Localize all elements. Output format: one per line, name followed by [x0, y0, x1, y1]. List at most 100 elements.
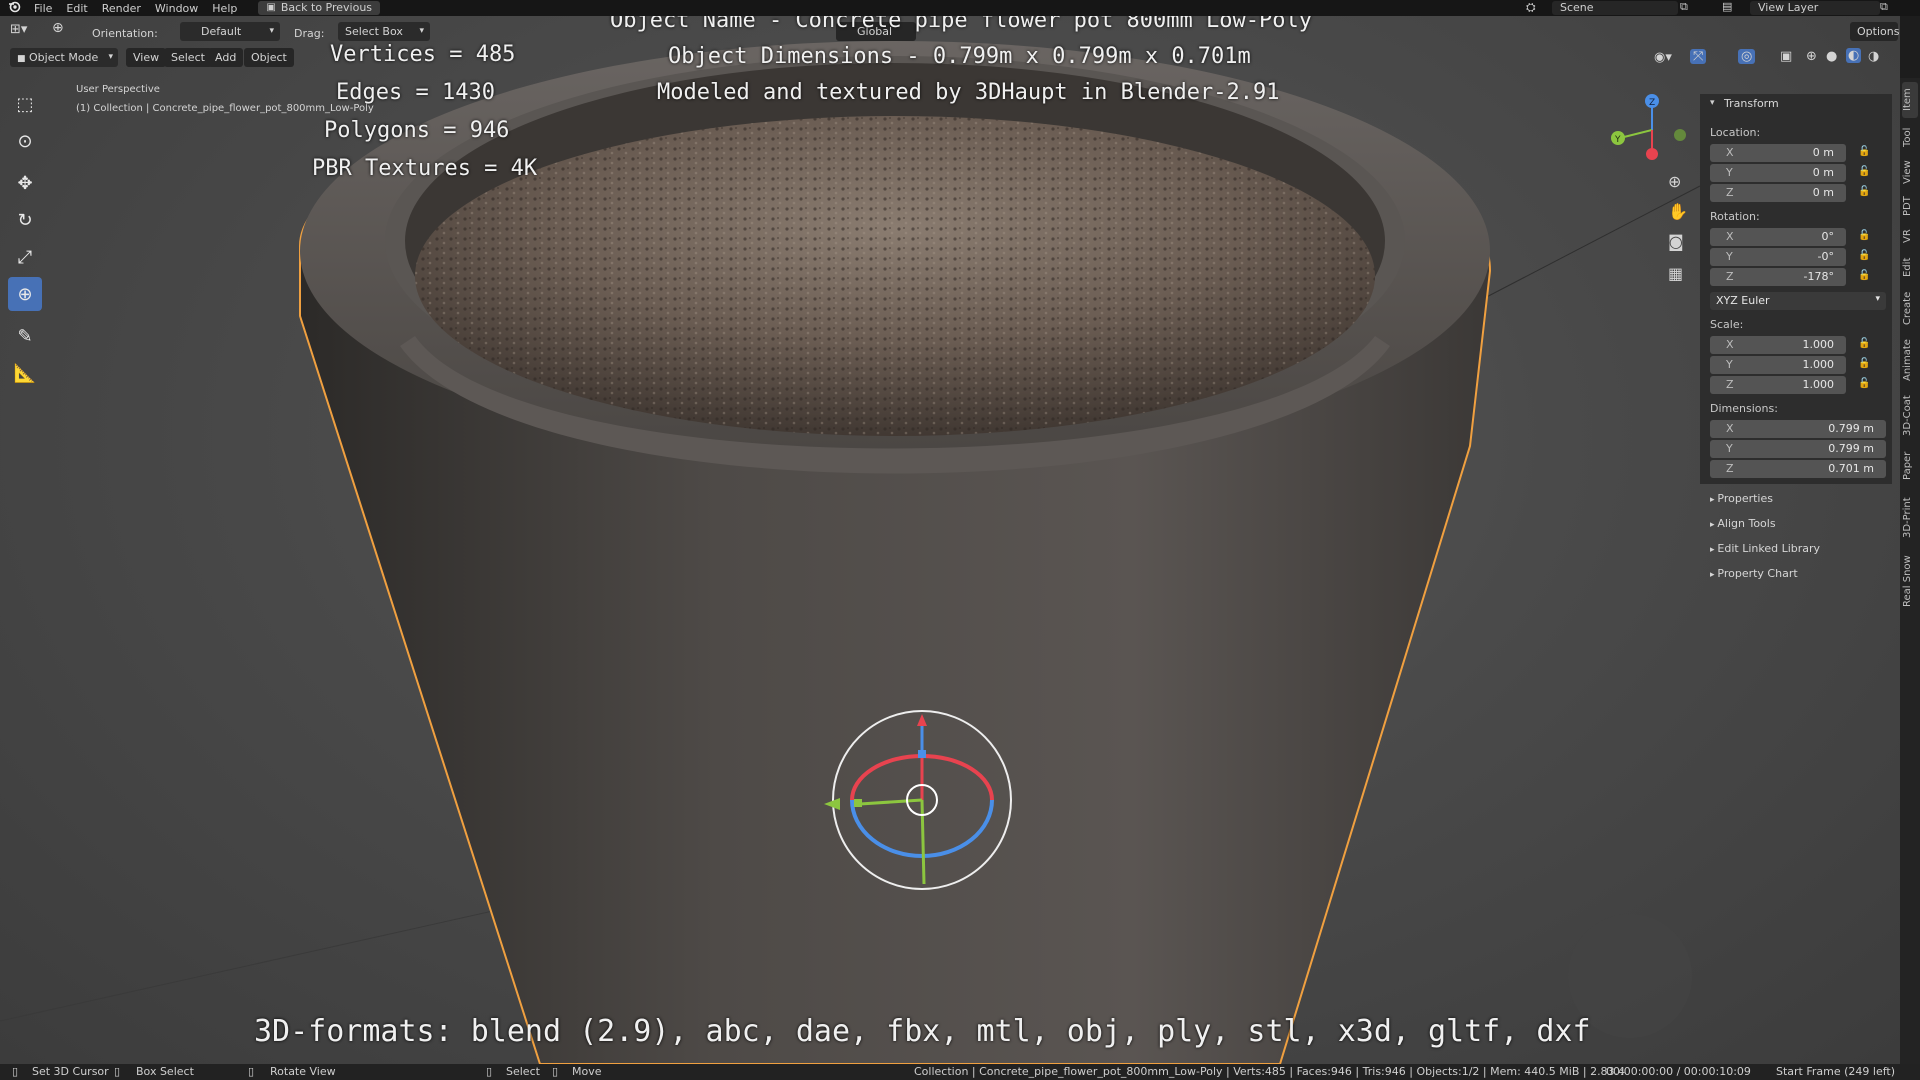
- rotation-y-field[interactable]: Y -0°: [1710, 248, 1846, 266]
- menu-file[interactable]: File: [27, 2, 59, 15]
- location-z-value: 0 m: [1812, 186, 1834, 199]
- tab-create[interactable]: Create: [1902, 286, 1918, 330]
- align-tools-section-label: Align Tools: [1717, 517, 1776, 530]
- back-to-previous-button[interactable]: ▣ Back to Previous: [258, 1, 381, 15]
- scale-y-field[interactable]: Y 1.000: [1710, 356, 1846, 374]
- lock-icon[interactable]: 🔓: [1858, 186, 1870, 198]
- location-z-field[interactable]: Z 0 m: [1710, 184, 1846, 202]
- options-dropdown[interactable]: Options: [1850, 22, 1900, 41]
- object-name-overlay: Object Name - Concrete pipe flower pot 8…: [610, 16, 1312, 33]
- options-label: Options: [1857, 25, 1900, 38]
- dimensions-x-axis: X: [1726, 422, 1734, 435]
- tab-vr[interactable]: VR: [1902, 224, 1918, 248]
- mouse-left-icon: ▯: [486, 1065, 493, 1078]
- location-y-field[interactable]: Y 0 m: [1710, 164, 1846, 182]
- rendered-shading-icon[interactable]: ◑: [1868, 49, 1879, 64]
- overlay-toggle-icon[interactable]: ◎: [1738, 49, 1756, 64]
- transform-tool-icon[interactable]: ⊕: [52, 20, 64, 36]
- scene-selector[interactable]: Scene: [1552, 1, 1678, 15]
- copy-view-layer-icon[interactable]: ⧉: [1880, 0, 1888, 14]
- menu-help[interactable]: Help: [205, 2, 244, 15]
- cursor-tool-icon[interactable]: ⊙: [8, 124, 42, 158]
- editor-type-icon[interactable]: ⊞▾: [10, 22, 27, 37]
- property-chart-section[interactable]: ▸ Property Chart: [1710, 567, 1798, 580]
- wireframe-shading-icon[interactable]: ⊕: [1806, 49, 1817, 64]
- move-tool-icon[interactable]: ✥: [8, 166, 42, 200]
- tab-tool[interactable]: Tool: [1902, 122, 1918, 152]
- lock-icon[interactable]: 🔓: [1858, 358, 1870, 370]
- object-menu[interactable]: Object: [244, 48, 294, 67]
- scale-x-field[interactable]: X 1.000: [1710, 336, 1846, 354]
- stat-pbr-textures: PBR Textures = 4K: [312, 156, 538, 181]
- menu-window[interactable]: Window: [148, 2, 205, 15]
- xray-icon[interactable]: ▣: [1780, 49, 1792, 64]
- 3d-viewport[interactable]: ⊞▾ ⊕ Orientation: Default ▾ Drag: Select…: [0, 16, 1900, 1064]
- blender-logo-icon[interactable]: [0, 1, 27, 16]
- pan-hand-icon[interactable]: ✋: [1668, 202, 1688, 221]
- copy-scene-icon[interactable]: ⧉: [1680, 0, 1688, 14]
- view-layer-icon[interactable]: ▤: [1722, 0, 1732, 13]
- navigation-gizmo[interactable]: Z Y: [1602, 90, 1692, 170]
- lock-icon[interactable]: 🔓: [1858, 230, 1870, 242]
- gizmo-z-label: Z: [1649, 98, 1655, 108]
- rotation-mode-dropdown[interactable]: XYZ Euler ▾: [1710, 292, 1886, 310]
- mouse-left-icon: ▯: [12, 1065, 19, 1078]
- camera-view-icon[interactable]: ◙: [1668, 232, 1684, 251]
- select-menu[interactable]: Select: [164, 48, 212, 67]
- solid-shading-icon[interactable]: ●: [1826, 49, 1837, 64]
- scale-tool-icon[interactable]: ⤢: [8, 240, 42, 274]
- lock-icon[interactable]: 🔓: [1858, 378, 1870, 390]
- perspective-toggle-icon[interactable]: ▦: [1668, 264, 1683, 283]
- object-menu-label: Object: [251, 51, 287, 64]
- measure-tool-icon[interactable]: 📐: [8, 356, 42, 390]
- transform-tool-icon[interactable]: ⊕: [8, 277, 42, 311]
- tab-animate[interactable]: Animate: [1902, 334, 1918, 386]
- tab-3d-print[interactable]: 3D-Print: [1902, 490, 1918, 546]
- status-move: Move: [572, 1065, 602, 1078]
- orientation-dropdown[interactable]: Default ▾: [180, 22, 280, 41]
- tab-paper[interactable]: Paper: [1902, 446, 1918, 486]
- tab-item[interactable]: Item: [1902, 82, 1918, 118]
- dimensions-x-field[interactable]: X 0.799 m: [1710, 420, 1886, 438]
- lock-icon[interactable]: 🔓: [1858, 270, 1870, 282]
- rotation-x-field[interactable]: X 0°: [1710, 228, 1846, 246]
- rotate-tool-icon[interactable]: ↻: [8, 203, 42, 237]
- dimensions-z-field[interactable]: Z 0.701 m: [1710, 460, 1886, 478]
- tab-real-snow[interactable]: Real Snow: [1902, 550, 1918, 612]
- mode-dropdown[interactable]: ■ Object Mode ▾: [10, 48, 118, 67]
- view-layer-selector[interactable]: View Layer: [1750, 1, 1880, 15]
- rotation-z-axis: Z: [1726, 270, 1734, 283]
- status-time: 00:00:00:00 / 00:00:10:09: [1606, 1065, 1751, 1078]
- lock-icon[interactable]: 🔓: [1858, 146, 1870, 158]
- lock-icon[interactable]: 🔓: [1858, 166, 1870, 178]
- rotation-z-field[interactable]: Z -178°: [1710, 268, 1846, 286]
- properties-section[interactable]: ▸ Properties: [1710, 492, 1773, 505]
- tab-pdt[interactable]: PDT: [1902, 192, 1918, 220]
- annotate-tool-icon[interactable]: ✎: [8, 319, 42, 353]
- scale-z-field[interactable]: Z 1.000: [1710, 376, 1846, 394]
- lock-icon[interactable]: 🔓: [1858, 338, 1870, 350]
- lock-icon[interactable]: 🔓: [1858, 250, 1870, 262]
- visibility-icon[interactable]: ◉▾: [1654, 50, 1672, 65]
- transform-gizmo[interactable]: [812, 704, 1032, 904]
- material-shading-icon[interactable]: ◐: [1846, 48, 1862, 63]
- dimensions-y-field[interactable]: Y 0.799 m: [1710, 440, 1886, 458]
- collapse-arrow-icon[interactable]: ▾: [1710, 98, 1715, 108]
- zoom-icon[interactable]: ⊕: [1668, 172, 1681, 191]
- edit-linked-library-section[interactable]: ▸ Edit Linked Library: [1710, 542, 1820, 555]
- align-tools-section[interactable]: ▸ Align Tools: [1710, 517, 1776, 530]
- select-box-tool-icon[interactable]: ⬚: [8, 87, 42, 121]
- tab-view[interactable]: View: [1902, 156, 1918, 188]
- scene-icon[interactable]: ⛭: [1526, 0, 1536, 15]
- menu-edit[interactable]: Edit: [59, 2, 94, 15]
- drag-dropdown[interactable]: Select Box ▾: [338, 22, 430, 41]
- view-menu[interactable]: View: [126, 48, 167, 67]
- tab-3d-coat[interactable]: 3D-Coat: [1902, 390, 1918, 442]
- location-x-field[interactable]: X 0 m: [1710, 144, 1846, 162]
- add-menu[interactable]: Add: [208, 48, 244, 67]
- transform-section-title[interactable]: Transform: [1724, 97, 1779, 110]
- sidebar-tabs: Item Tool View PDT VR Edit Create Animat…: [1900, 78, 1920, 1064]
- menu-render[interactable]: Render: [95, 2, 148, 15]
- tab-edit[interactable]: Edit: [1902, 252, 1918, 282]
- gizmo-toggle-icon[interactable]: ⤧: [1690, 49, 1707, 64]
